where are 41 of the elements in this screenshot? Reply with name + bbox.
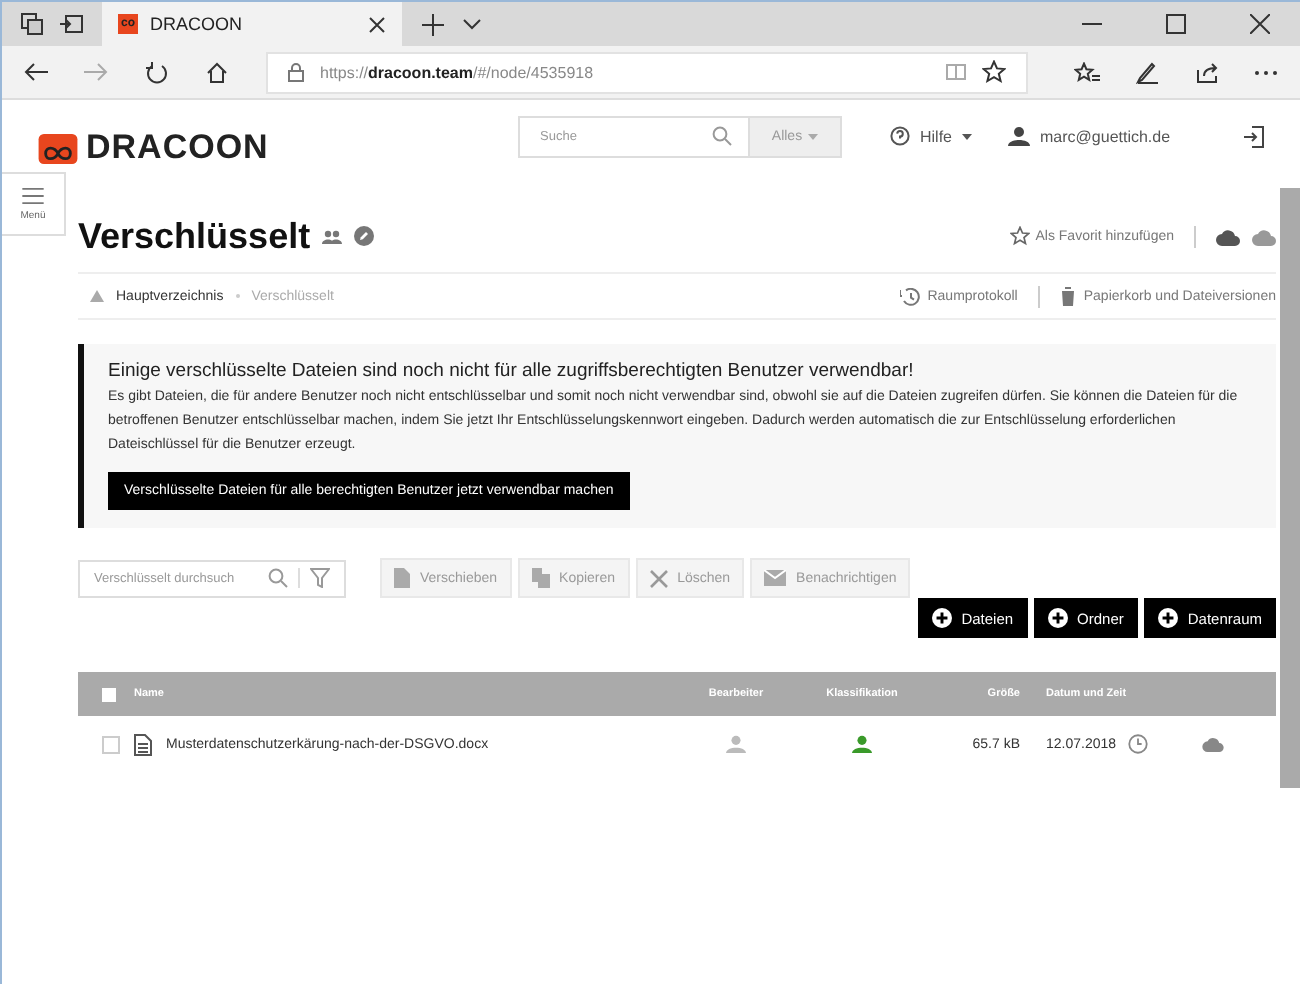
user-icon [1008,126,1031,146]
trash-icon [1059,286,1076,306]
star-icon[interactable] [982,60,1006,84]
select-all-checkbox[interactable] [102,687,116,701]
logout-icon[interactable] [1244,125,1264,147]
document-icon [394,568,410,588]
caret-icon [962,133,973,139]
filter-icon[interactable] [310,568,330,588]
logo-icon [38,133,78,163]
cloud-icon[interactable] [1252,227,1276,245]
separator-icon [235,294,240,298]
close-icon [649,569,668,587]
users-icon [322,229,343,243]
help-icon [890,126,910,146]
search-icon[interactable] [712,126,732,146]
caret-icon [808,133,819,139]
close-icon[interactable] [368,15,386,33]
plus-icon [931,608,952,628]
help-button[interactable]: Hilfe [890,126,973,146]
star-icon [1009,226,1030,246]
row-checkbox[interactable] [102,735,120,753]
lock-icon [288,62,304,82]
history-icon [899,287,920,305]
logo[interactable]: DRACOON [38,128,282,168]
user-button[interactable]: marc@guettich.de [1008,126,1171,146]
clock-icon [1128,734,1149,754]
scrollbar[interactable] [1280,188,1300,788]
search-icon[interactable] [268,568,288,588]
edit-icon[interactable] [354,226,375,246]
copy-icon [531,568,550,588]
plus-icon [1157,608,1178,628]
page-title: Verschlüsselt [78,215,311,257]
cloud-icon[interactable] [1202,736,1224,752]
alert-title: Einige verschlüsselte Dateien sind noch nicht für alle zugriffsberechtigten Benutzer verwendbar! [108,360,916,382]
menu-icon [22,187,44,203]
mail-icon [764,570,787,586]
document-icon [134,733,152,755]
user-icon [726,734,746,754]
address-bar[interactable]: https://dracoon.team/#/node/4535918 [266,51,1028,93]
triangle-icon [90,290,104,302]
plus-icon [1047,608,1068,628]
